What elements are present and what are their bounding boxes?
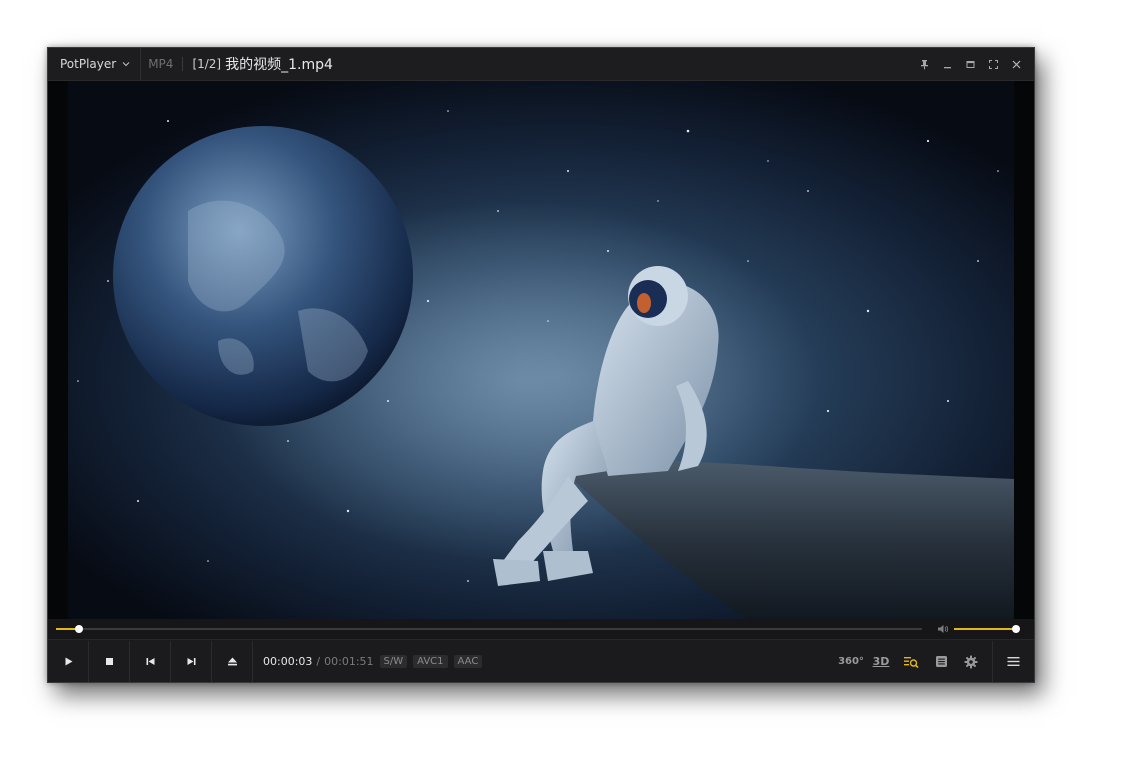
playlist-button[interactable]	[896, 641, 926, 683]
seek-thumb[interactable]	[75, 625, 84, 633]
player-window: PotPlayer MP4 [1/2] 我的视频_1.mp4 00:00:03 …	[47, 47, 1035, 683]
playlist-search-icon	[904, 656, 919, 668]
stop-icon	[105, 658, 113, 665]
main-menu-button[interactable]	[992, 640, 1034, 682]
seek-row	[48, 619, 1034, 639]
fullscreen-button[interactable]	[982, 48, 1005, 80]
right-controls: 360° 3D	[836, 640, 1034, 683]
chapters-button[interactable]	[926, 641, 956, 683]
video-codec-badge[interactable]: AVC1	[413, 655, 448, 668]
app-menu-button[interactable]: PotPlayer	[48, 48, 142, 80]
video-viewport[interactable]	[48, 81, 1034, 619]
settings-button[interactable]	[956, 641, 986, 683]
title-bar[interactable]: PotPlayer MP4 [1/2] 我的视频_1.mp4	[48, 48, 1034, 81]
minimize-button[interactable]	[936, 48, 959, 80]
control-bar: 00:00:03 / 00:01:51 S/W AVC1 AAC 360° 3D	[48, 639, 1034, 683]
pin-button[interactable]	[913, 48, 936, 80]
minimize-icon	[944, 66, 951, 68]
maximize-button[interactable]	[959, 48, 982, 80]
3d-button[interactable]: 3D	[866, 641, 896, 683]
app-name: PotPlayer	[60, 57, 117, 71]
playlist-position: [1/2]	[192, 57, 222, 71]
video-frame	[48, 81, 1034, 619]
vr-360-button[interactable]: 360°	[836, 641, 866, 683]
chapter-list-icon	[935, 656, 947, 667]
hamburger-menu-icon	[1007, 657, 1020, 666]
vr-360-label: 360°	[838, 656, 864, 667]
renderer-badge[interactable]: S/W	[379, 655, 408, 668]
play-icon	[65, 657, 72, 666]
eject-icon	[227, 657, 237, 666]
audio-codec-badge[interactable]: AAC	[453, 655, 483, 668]
3d-label: 3D	[872, 655, 890, 668]
skip-next-icon	[187, 658, 195, 665]
chevron-down-icon	[122, 62, 130, 67]
speaker-icon[interactable]	[937, 623, 949, 635]
current-time: 00:00:03	[263, 655, 313, 668]
file-title: 我的视频_1.mp4	[225, 57, 333, 73]
volume-level	[954, 628, 1016, 630]
window-controls	[913, 48, 1034, 80]
total-time: 00:01:51	[324, 655, 374, 668]
seek-bar[interactable]	[56, 625, 922, 633]
close-icon	[1012, 60, 1021, 68]
eject-button[interactable]	[212, 640, 253, 682]
previous-button[interactable]	[130, 640, 171, 682]
close-button[interactable]	[1005, 48, 1028, 80]
stop-button[interactable]	[89, 640, 130, 682]
volume-slider[interactable]	[954, 625, 1020, 633]
volume-thumb[interactable]	[1012, 625, 1020, 633]
play-button[interactable]	[48, 640, 89, 682]
format-label: MP4	[148, 57, 174, 71]
gear-icon	[964, 655, 978, 668]
maximize-icon	[966, 60, 975, 68]
fullscreen-icon	[989, 59, 998, 69]
time-separator: /	[316, 655, 321, 668]
title-separator	[182, 57, 184, 71]
skip-previous-icon	[146, 658, 154, 665]
pin-icon	[921, 59, 928, 69]
next-button[interactable]	[171, 640, 212, 682]
